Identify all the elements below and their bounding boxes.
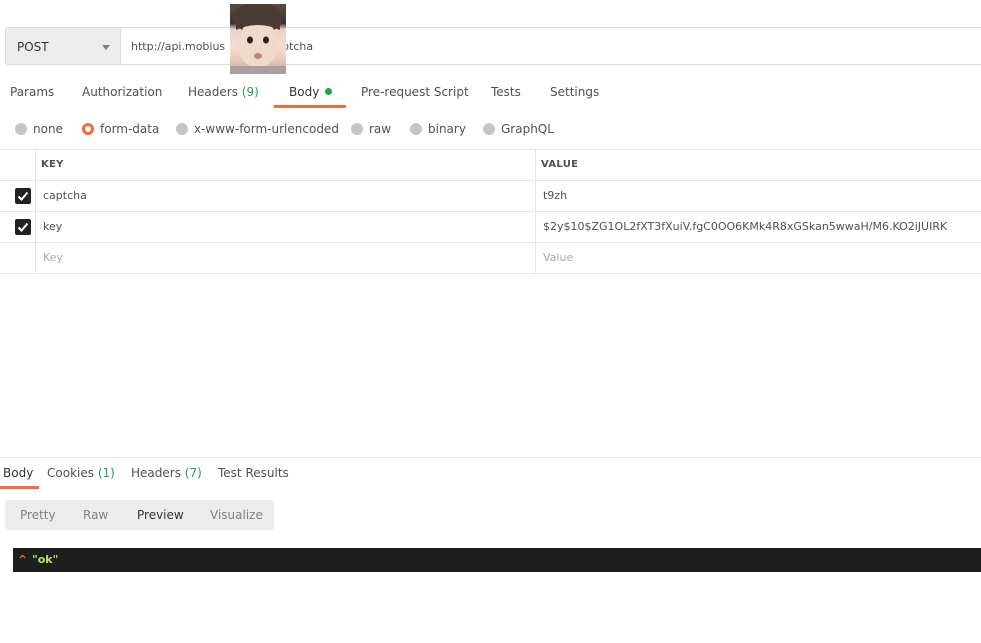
tab-settings[interactable]: Settings — [550, 85, 599, 99]
table-row-key[interactable]: key — [43, 220, 62, 233]
table-row-border — [0, 242, 981, 243]
response-divider — [0, 457, 981, 458]
radio-raw-label: raw — [369, 122, 392, 136]
tab-body[interactable]: Body — [289, 85, 333, 99]
checkmark-icon — [17, 222, 29, 232]
table-top-border — [0, 149, 981, 150]
response-body-viewer[interactable]: ^ "ok" — [13, 548, 981, 572]
value-column-header: VALUE — [541, 159, 579, 170]
tab-tests[interactable]: Tests — [491, 85, 521, 99]
radio-graphql-label: GraphQL — [501, 122, 554, 136]
tab-headers-label: Headers — [188, 85, 238, 99]
chevron-down-icon — [102, 45, 110, 50]
radio-none-label: none — [33, 122, 63, 136]
radio-icon — [410, 123, 422, 135]
format-visualize-button[interactable]: Visualize — [210, 508, 263, 522]
method-select[interactable]: POST — [5, 27, 121, 65]
method-label: POST — [17, 40, 49, 54]
new-value-input[interactable]: Value — [543, 251, 573, 264]
response-tab-test-results[interactable]: Test Results — [218, 466, 289, 480]
table-row-border — [0, 211, 981, 212]
radio-icon — [176, 123, 188, 135]
key-column-header: KEY — [41, 159, 64, 170]
radio-raw[interactable]: raw — [351, 122, 391, 136]
row-checkbox[interactable] — [15, 219, 31, 235]
table-row-value[interactable]: t9zh — [543, 189, 567, 202]
response-tab-cookies-label: Cookies — [47, 466, 94, 480]
dot-icon — [325, 88, 333, 95]
tab-authorization[interactable]: Authorization — [82, 85, 162, 99]
response-headers-count-badge: (7) — [184, 466, 202, 480]
response-value: "ok" — [32, 553, 59, 566]
tab-headers[interactable]: Headers (9) — [188, 85, 259, 99]
table-column-divider — [35, 149, 36, 274]
tab-params[interactable]: Params — [10, 85, 54, 99]
response-tab-cookies[interactable]: Cookies (1) — [47, 466, 115, 480]
tab-body-label: Body — [289, 85, 320, 99]
radio-none[interactable]: none — [15, 122, 63, 136]
radio-icon — [351, 123, 363, 135]
active-tab-indicator — [274, 105, 346, 108]
radio-urlencoded[interactable]: x-www-form-urlencoded — [176, 122, 339, 136]
table-bottom-border — [0, 273, 981, 274]
format-raw-button[interactable]: Raw — [83, 508, 108, 522]
table-row-value[interactable]: $2y$10$ZG1OL2fXT3fXuiV.fgC0OO6KMk4R8xGSk… — [543, 220, 947, 233]
new-key-input[interactable]: Key — [43, 251, 63, 264]
format-preview-button[interactable]: Preview — [137, 508, 184, 522]
radio-icon — [483, 123, 495, 135]
tab-pre-request-script[interactable]: Pre-request Script — [361, 85, 469, 99]
radio-selected-icon — [82, 123, 94, 135]
radio-graphql[interactable]: GraphQL — [483, 122, 554, 136]
response-tab-headers[interactable]: Headers (7) — [131, 466, 202, 480]
table-column-divider — [535, 149, 536, 274]
cookies-count-badge: (1) — [97, 466, 115, 480]
radio-form-data-label: form-data — [100, 122, 160, 136]
response-tab-body[interactable]: Body — [3, 466, 33, 480]
checkmark-icon — [17, 191, 29, 201]
headers-count-badge: (9) — [241, 85, 259, 99]
response-active-tab-indicator — [0, 486, 39, 489]
format-pretty-button[interactable]: Pretty — [20, 508, 56, 522]
avatar-photo-overlay — [230, 4, 286, 74]
response-tab-headers-label: Headers — [131, 466, 181, 480]
radio-binary[interactable]: binary — [410, 122, 466, 136]
table-header-border — [0, 180, 981, 181]
radio-urlencoded-label: x-www-form-urlencoded — [194, 122, 339, 136]
radio-binary-label: binary — [428, 122, 466, 136]
radio-form-data[interactable]: form-data — [82, 122, 159, 136]
radio-icon — [15, 123, 27, 135]
collapse-caret-icon[interactable]: ^ — [18, 553, 27, 566]
row-checkbox[interactable] — [15, 188, 31, 204]
table-row-key[interactable]: captcha — [43, 189, 87, 202]
